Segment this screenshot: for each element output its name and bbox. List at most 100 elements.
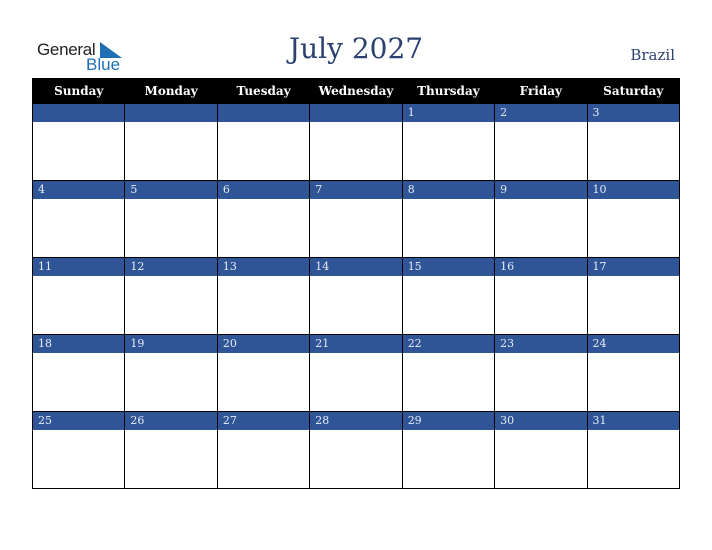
day-notes-area[interactable] [495, 122, 586, 180]
day-notes-area[interactable] [495, 353, 586, 411]
day-notes-area[interactable] [310, 122, 401, 180]
day-notes-area[interactable] [588, 353, 679, 411]
day-cell[interactable]: 9 [494, 180, 588, 258]
day-notes-area[interactable] [125, 353, 216, 411]
day-notes-area[interactable] [125, 276, 216, 334]
day-notes-area[interactable] [588, 430, 679, 488]
day-notes-area[interactable] [588, 199, 679, 257]
day-number [310, 104, 402, 122]
week-row: 123 [31, 103, 681, 181]
day-notes-area[interactable] [495, 276, 586, 334]
day-cell[interactable] [309, 103, 403, 181]
day-cell[interactable]: 16 [494, 257, 588, 335]
week-row: 11 12 13 14 15 16 17 [31, 257, 681, 335]
day-cell[interactable]: 13 [216, 257, 311, 335]
day-notes-area[interactable] [403, 430, 494, 488]
day-number: 23 [495, 335, 587, 353]
day-number: 16 [495, 258, 587, 276]
weekday-header: Thursday [401, 78, 496, 104]
day-number: 15 [402, 258, 495, 276]
day-notes-area[interactable] [125, 122, 216, 180]
day-notes-area[interactable] [310, 199, 401, 257]
day-cell[interactable]: 7 [309, 180, 403, 258]
day-number [217, 104, 310, 122]
day-cell[interactable]: 8 [401, 180, 496, 258]
day-cell[interactable] [216, 103, 311, 181]
day-notes-area[interactable] [403, 122, 494, 180]
day-number: 26 [125, 412, 217, 430]
day-notes-area[interactable] [33, 199, 124, 257]
weekday-header: Tuesday [216, 78, 311, 104]
day-cell[interactable]: 23 [494, 334, 588, 412]
day-notes-area[interactable] [218, 353, 309, 411]
day-notes-area[interactable] [403, 199, 494, 257]
day-notes-area[interactable] [495, 430, 586, 488]
day-cell[interactable]: 28 [309, 411, 403, 489]
day-number: 20 [217, 335, 310, 353]
day-cell[interactable]: 21 [309, 334, 403, 412]
day-number: 9 [495, 181, 587, 199]
day-number: 6 [217, 181, 310, 199]
day-cell[interactable]: 22 [401, 334, 496, 412]
day-cell[interactable]: 24 [586, 334, 681, 412]
day-number: 18 [33, 335, 125, 353]
weekday-header: Sunday [31, 78, 126, 104]
day-notes-area[interactable] [125, 199, 216, 257]
day-notes-area[interactable] [310, 430, 401, 488]
day-number: 11 [33, 258, 125, 276]
day-cell[interactable]: 6 [216, 180, 311, 258]
week-row: 4 5 6 7 8 9 10 [31, 180, 681, 258]
day-cell[interactable]: 10 [586, 180, 681, 258]
day-cell[interactable]: 30 [494, 411, 588, 489]
day-notes-area[interactable] [33, 122, 124, 180]
day-notes-area[interactable] [495, 199, 586, 257]
day-cell[interactable] [31, 103, 126, 181]
day-cell[interactable]: 18 [31, 334, 126, 412]
day-notes-area[interactable] [588, 276, 679, 334]
day-number: 21 [310, 335, 402, 353]
day-cell[interactable]: 14 [309, 257, 403, 335]
day-cell[interactable]: 20 [216, 334, 311, 412]
weekday-header: Saturday [586, 78, 681, 104]
day-notes-area[interactable] [218, 430, 309, 488]
day-notes-area[interactable] [310, 276, 401, 334]
day-cell[interactable]: 12 [124, 257, 218, 335]
calendar-title: July 2027 [288, 32, 424, 65]
day-cell[interactable]: 1 [401, 103, 496, 181]
day-number: 10 [587, 181, 679, 199]
day-notes-area[interactable] [33, 276, 124, 334]
country-label: Brazil [630, 46, 675, 64]
day-notes-area[interactable] [403, 353, 494, 411]
day-notes-area[interactable] [218, 199, 309, 257]
day-notes-area[interactable] [125, 430, 216, 488]
day-cell[interactable]: 4 [31, 180, 126, 258]
day-number: 24 [587, 335, 679, 353]
day-notes-area[interactable] [33, 353, 124, 411]
day-notes-area[interactable] [310, 353, 401, 411]
day-cell[interactable]: 19 [124, 334, 218, 412]
day-notes-area[interactable] [218, 276, 309, 334]
day-notes-area[interactable] [588, 122, 679, 180]
day-number: 22 [402, 335, 495, 353]
day-cell[interactable]: 31 [586, 411, 681, 489]
day-cell[interactable]: 29 [401, 411, 496, 489]
day-notes-area[interactable] [403, 276, 494, 334]
weekday-header: Monday [124, 78, 218, 104]
day-cell[interactable]: 27 [216, 411, 311, 489]
day-notes-area[interactable] [218, 122, 309, 180]
day-cell[interactable]: 2 [494, 103, 588, 181]
day-cell[interactable] [124, 103, 218, 181]
day-number: 30 [495, 412, 587, 430]
day-number: 13 [217, 258, 310, 276]
day-cell[interactable]: 5 [124, 180, 218, 258]
day-number [125, 104, 217, 122]
day-number: 8 [402, 181, 495, 199]
day-cell[interactable]: 26 [124, 411, 218, 489]
day-cell[interactable]: 11 [31, 257, 126, 335]
day-number: 2 [495, 104, 587, 122]
day-cell[interactable]: 15 [401, 257, 496, 335]
day-cell[interactable]: 3 [586, 103, 681, 181]
day-cell[interactable]: 17 [586, 257, 681, 335]
day-cell[interactable]: 25 [31, 411, 126, 489]
day-notes-area[interactable] [33, 430, 124, 488]
